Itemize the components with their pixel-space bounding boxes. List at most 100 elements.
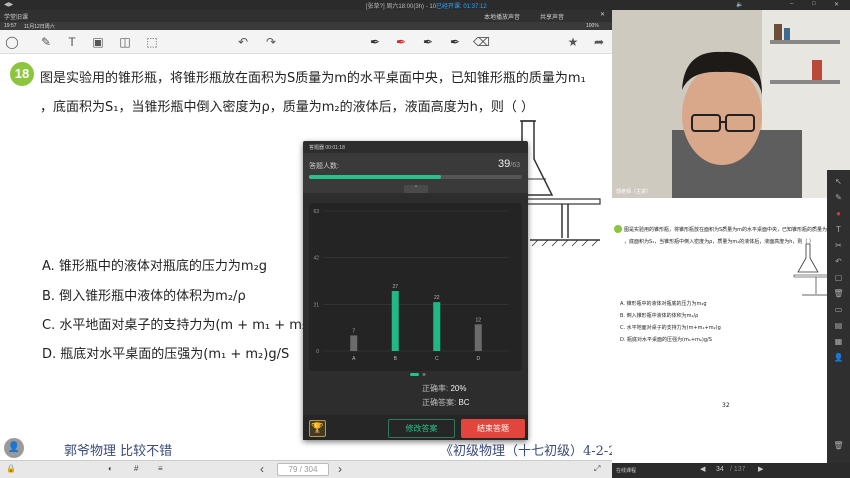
footer-right-text: 《初级物理（十七初级）4-2-2 [440, 444, 617, 459]
mini-page-number: 32 [722, 402, 730, 409]
title-bar: ◀▶ [张草?] 周六18:00(3h) - 10 已经开课: 01:37:12… [0, 0, 850, 10]
answered-count: 39 [498, 158, 511, 170]
mini-question-line1: 图是实验用的锥形瓶，将锥形瓶放在面积为S质量为m的水平桌面中央，已知锥形瓶的质量… [624, 227, 834, 233]
list-icon[interactable]: ≡ [158, 464, 163, 473]
chart-category-label: D [476, 356, 480, 362]
collapse-button[interactable]: ⌃ [404, 185, 428, 193]
pen-icon[interactable]: ✎ [38, 34, 54, 50]
check-circle-icon[interactable]: ◯ [4, 34, 20, 50]
shapes-icon[interactable]: ◫ [117, 34, 133, 50]
option-a: A. 锥形瓶中的液体对瓶底的压力为m₂g [42, 259, 268, 274]
image-icon[interactable]: ▣ [90, 34, 106, 50]
people-side-icon[interactable]: 👤 [833, 352, 844, 363]
chart-bar [350, 335, 358, 351]
fullscreen-icon[interactable]: ⤢ [594, 464, 600, 474]
app-menu-icon[interactable]: ◀▶ [4, 1, 13, 8]
page-indicator[interactable]: 79 / 304 [277, 463, 329, 476]
footer-left-text: 郭爷物理 比较不错 [64, 444, 173, 459]
pen-side-icon[interactable]: ✎ [833, 192, 844, 203]
panel-header: 答题人数: 39/63 ⌃ [303, 153, 528, 193]
slide-current: 34 [716, 466, 724, 473]
save-side-icon[interactable]: ▭ [833, 304, 844, 315]
window-title: [张草?] 周六18:00(3h) - 10 [366, 4, 437, 10]
nav-label: 在线课程 [616, 468, 637, 474]
maximize-icon[interactable]: □ [812, 1, 816, 7]
panel-title: 答题器 00:01:18 [309, 145, 345, 151]
panel-footer: 🏆 修改答案 结束答题 [303, 415, 528, 440]
chart-ytick-label: 42 [313, 256, 319, 262]
chart-category-label: B [394, 356, 398, 362]
chart-category-label: A [352, 356, 356, 362]
chat-side-icon[interactable]: ▦ [833, 336, 844, 347]
share-audio-toggle[interactable]: 本地播放声音 [484, 12, 520, 21]
pen-highlighter-icon[interactable]: ✒ [447, 34, 463, 50]
redo-icon[interactable]: ↷ [263, 34, 279, 50]
question-number: 18 [10, 62, 34, 86]
shape-side-icon[interactable]: ▢ [833, 272, 844, 283]
correct-answer-label: 正确答案: [422, 398, 457, 407]
end-answering-button[interactable]: 结束答题 [461, 419, 525, 438]
chart-bar [433, 302, 441, 351]
answer-progress-fill [309, 175, 442, 179]
answer-results-panel: 答题器 00:01:18 答题人数: 39/63 ⌃ 0 21 42 63 7 A 27 B 2… [303, 141, 528, 440]
clear-side-icon[interactable]: 🗑 [833, 288, 844, 299]
delete-side-icon[interactable]: 🗑 [833, 440, 844, 451]
accuracy-label: 正确率: [422, 384, 449, 393]
pen-marker-icon[interactable]: ✒ [420, 34, 436, 50]
cursor-icon[interactable]: ↖ [833, 176, 844, 187]
close-subbar-icon[interactable]: ✕ [600, 11, 605, 18]
correct-answer-value: BC [458, 398, 470, 407]
chart-bar-value: 7 [352, 328, 355, 334]
chart-ytick-label: 0 [316, 349, 319, 355]
next-page-icon[interactable]: › [338, 462, 342, 476]
text-side-icon[interactable]: T [833, 224, 844, 235]
mini-option-b: B. 倒入锥形瓶中液体的体积为m₂/ρ [620, 313, 699, 319]
slide-prev-icon[interactable]: ◀ [700, 465, 705, 473]
text-icon[interactable]: T [64, 34, 80, 50]
chart-category-label: C [435, 356, 439, 362]
accuracy-value: 20% [450, 384, 467, 393]
undo-icon[interactable]: ↶ [235, 34, 251, 50]
trophy-icon[interactable]: 🏆 [309, 420, 326, 437]
laser-icon[interactable]: ● [833, 208, 844, 219]
pen-red-icon[interactable]: ✒ [393, 34, 409, 50]
class-subbar: 学堂旧课 本地播放声音 共享声音 ✕ [0, 10, 612, 22]
option-d: D. 瓶底对水平桌面的压强为(m₁ + m₂)g/S [42, 347, 290, 362]
mini-question-number [614, 225, 622, 233]
chart-pager[interactable] [410, 373, 426, 376]
audio-icon[interactable]: 🔈 [736, 1, 743, 8]
battery-level: 100% [586, 23, 599, 29]
slide-next-icon[interactable]: ▶ [758, 465, 763, 473]
doc-side-icon[interactable]: ▤ [833, 320, 844, 331]
total-count: /63 [510, 162, 520, 169]
prev-page-icon[interactable]: ‹ [260, 462, 264, 476]
modify-answer-button[interactable]: 修改答案 [388, 419, 455, 438]
share-icon[interactable]: ➦ [591, 34, 607, 50]
pen-fine-icon[interactable]: ✒ [367, 34, 383, 50]
star-icon[interactable]: ★ [565, 34, 581, 50]
eraser-icon[interactable]: ⌫ [473, 34, 490, 50]
user-avatar-icon[interactable]: 👤 [4, 438, 24, 458]
status-time: 19:57 [4, 23, 17, 29]
share-audio-button[interactable]: 共享声音 [540, 12, 564, 21]
chart-bar-value: 22 [434, 295, 440, 301]
slide-total: / 137 [730, 466, 746, 473]
close-icon[interactable]: ✕ [834, 1, 839, 8]
mini-option-d: D. 瓶底对水平桌面的压强为(m₁+m₂)g/S [620, 337, 712, 343]
chart-svg: 0 21 42 63 7 A 27 B 22 C 12 D [313, 209, 509, 362]
brightness-icon[interactable]: ◐ [108, 464, 113, 473]
speaker-name: 郭老师（主讲） [616, 189, 652, 195]
right-tool-strip: ↖ ✎ ● T ✂ ↶ ▢ 🗑 ▭ ▤ ▦ 👤 🗑 [827, 170, 850, 470]
lock-icon[interactable]: 🔒 [6, 464, 16, 473]
chart-bar [474, 324, 482, 351]
mini-option-c: C. 水平地面对桌子的支持力为(m+m₁+m₂)g [620, 325, 721, 331]
grid-icon[interactable]: # [134, 464, 138, 473]
minimize-icon[interactable]: – [790, 1, 793, 7]
mini-option-a: A. 锥形瓶中的液体对瓶底的压力为m₂g [620, 301, 707, 307]
select-icon[interactable]: ⬚ [144, 34, 160, 50]
answer-count-label: 答题人数: [309, 163, 339, 170]
tools-side-icon[interactable]: ✂ [833, 240, 844, 251]
undo-side-icon[interactable]: ↶ [833, 256, 844, 267]
slide-nav-bar: 在线课程 ◀ 34 / 137 ▶ [612, 463, 850, 478]
chart-ytick-label: 21 [313, 302, 319, 308]
